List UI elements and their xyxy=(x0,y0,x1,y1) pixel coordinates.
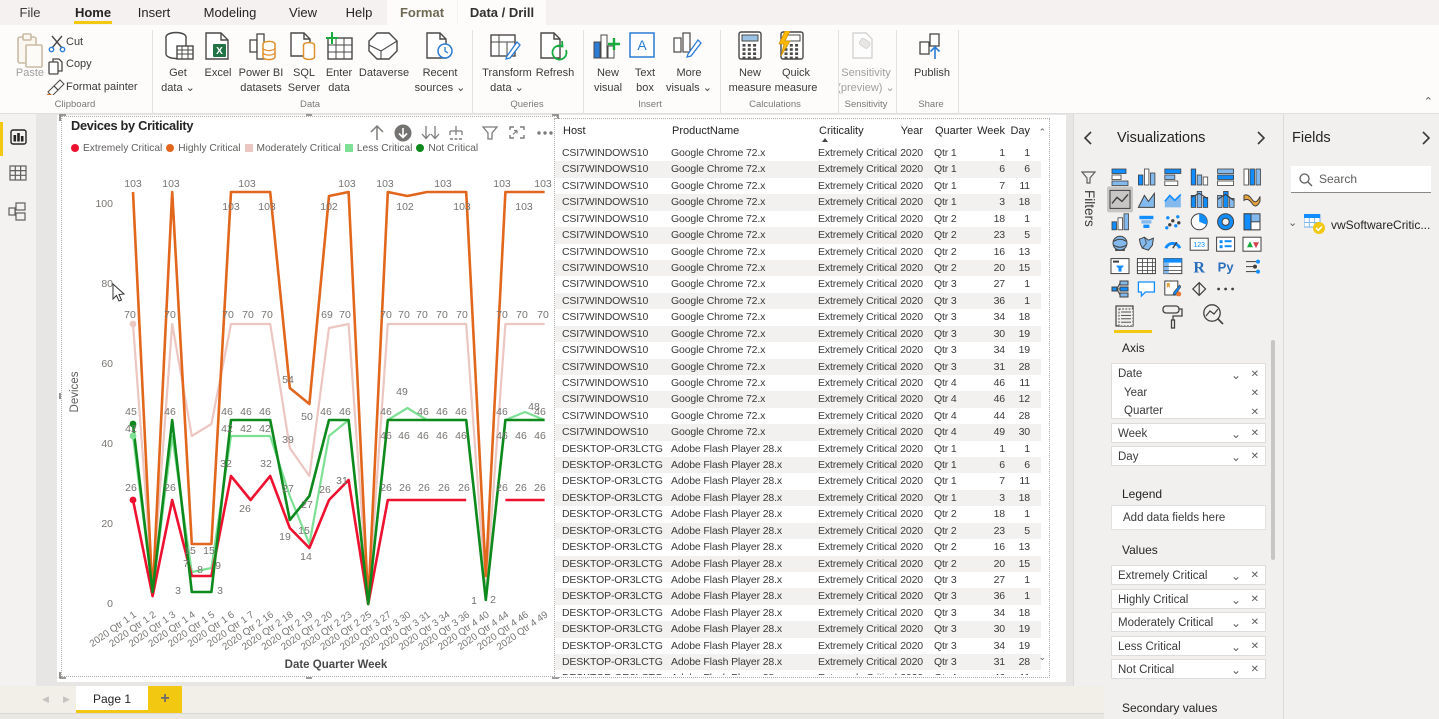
svg-text:70: 70 xyxy=(416,309,428,321)
svg-text:1: 1 xyxy=(471,595,477,607)
svg-text:103: 103 xyxy=(453,201,471,213)
svg-text:102: 102 xyxy=(320,201,338,213)
svg-text:A: A xyxy=(637,37,647,53)
svg-text:70: 70 xyxy=(456,309,468,321)
svg-text:70: 70 xyxy=(496,309,508,321)
svg-text:103: 103 xyxy=(493,178,511,190)
svg-text:26: 26 xyxy=(164,482,176,494)
svg-text:46: 46 xyxy=(240,406,252,418)
svg-text:3: 3 xyxy=(217,585,223,597)
svg-text:70: 70 xyxy=(124,309,136,321)
svg-text:45: 45 xyxy=(125,406,137,418)
svg-text:46: 46 xyxy=(515,430,527,442)
svg-text:46: 46 xyxy=(455,406,467,418)
svg-text:49: 49 xyxy=(396,386,408,398)
svg-text:46: 46 xyxy=(380,406,392,418)
svg-text:26: 26 xyxy=(458,482,470,494)
svg-text:26: 26 xyxy=(380,482,392,494)
svg-text:103: 103 xyxy=(515,201,533,213)
svg-text:103: 103 xyxy=(376,178,394,190)
svg-text:46: 46 xyxy=(496,430,508,442)
svg-text:26: 26 xyxy=(496,482,508,494)
svg-text:Devices: Devices xyxy=(69,371,81,412)
svg-text:26: 26 xyxy=(534,482,546,494)
svg-text:123: 123 xyxy=(1193,242,1205,249)
svg-text:Date Quarter Week: Date Quarter Week xyxy=(285,659,388,671)
svg-text:70: 70 xyxy=(537,309,549,321)
svg-text:26: 26 xyxy=(515,482,527,494)
svg-text:26: 26 xyxy=(319,484,331,496)
svg-text:46: 46 xyxy=(320,406,332,418)
svg-text:46: 46 xyxy=(436,406,448,418)
svg-text:26: 26 xyxy=(399,482,411,494)
svg-text:8: 8 xyxy=(197,564,203,576)
svg-text:40: 40 xyxy=(101,438,113,450)
svg-text:26: 26 xyxy=(418,482,430,494)
svg-text:103: 103 xyxy=(124,178,142,190)
svg-text:100: 100 xyxy=(95,198,113,210)
svg-text:R: R xyxy=(1193,260,1205,277)
svg-text:15: 15 xyxy=(298,525,310,537)
svg-text:46: 46 xyxy=(496,406,508,418)
svg-text:103: 103 xyxy=(534,178,552,190)
svg-text:102: 102 xyxy=(396,201,414,213)
svg-text:70: 70 xyxy=(164,309,176,321)
svg-text:46: 46 xyxy=(534,430,546,442)
svg-text:14: 14 xyxy=(300,551,312,563)
svg-text:50: 50 xyxy=(301,411,313,423)
svg-text:15: 15 xyxy=(184,545,196,557)
svg-text:42: 42 xyxy=(240,423,252,435)
svg-text:Py: Py xyxy=(1218,260,1235,275)
svg-text:103: 103 xyxy=(162,178,180,190)
svg-text:26: 26 xyxy=(239,503,251,515)
svg-text:42: 42 xyxy=(221,423,233,435)
svg-text:19: 19 xyxy=(279,531,291,543)
svg-text:42: 42 xyxy=(125,423,137,435)
svg-text:70: 70 xyxy=(516,309,528,321)
svg-text:7: 7 xyxy=(183,558,189,570)
svg-text:46: 46 xyxy=(417,430,429,442)
svg-text:103: 103 xyxy=(434,178,452,190)
svg-text:103: 103 xyxy=(238,178,256,190)
svg-text:46: 46 xyxy=(398,430,410,442)
svg-text:26: 26 xyxy=(438,482,450,494)
svg-text:39: 39 xyxy=(282,434,294,446)
svg-text:70: 70 xyxy=(261,309,273,321)
svg-text:103: 103 xyxy=(222,201,240,213)
svg-text:42: 42 xyxy=(259,423,271,435)
svg-text:31: 31 xyxy=(336,475,348,487)
svg-text:46: 46 xyxy=(164,406,176,418)
svg-text:27: 27 xyxy=(282,483,294,495)
svg-text:69: 69 xyxy=(321,309,333,321)
svg-text:48: 48 xyxy=(528,401,540,413)
svg-text:26: 26 xyxy=(125,482,137,494)
svg-text:70: 70 xyxy=(339,309,351,321)
svg-text:3: 3 xyxy=(175,585,181,597)
svg-text:46: 46 xyxy=(455,430,467,442)
svg-text:32: 32 xyxy=(260,458,272,470)
svg-text:70: 70 xyxy=(380,309,392,321)
svg-text:70: 70 xyxy=(222,309,234,321)
svg-text:46: 46 xyxy=(339,406,351,418)
svg-text:46: 46 xyxy=(259,406,271,418)
svg-text:20: 20 xyxy=(101,518,113,530)
svg-text:46: 46 xyxy=(436,430,448,442)
svg-text:70: 70 xyxy=(242,309,254,321)
svg-text:60: 60 xyxy=(101,358,113,370)
svg-text:9: 9 xyxy=(215,560,221,572)
svg-text:70: 70 xyxy=(398,309,410,321)
svg-text:15: 15 xyxy=(203,545,215,557)
svg-text:46: 46 xyxy=(380,430,392,442)
svg-text:2: 2 xyxy=(490,594,496,606)
svg-text:70: 70 xyxy=(436,309,448,321)
svg-text:X: X xyxy=(216,46,223,57)
svg-text:46: 46 xyxy=(221,406,233,418)
svg-text:32: 32 xyxy=(220,458,232,470)
svg-text:54: 54 xyxy=(282,374,294,386)
svg-text:0: 0 xyxy=(107,598,113,610)
svg-text:103: 103 xyxy=(338,178,356,190)
svg-text:27: 27 xyxy=(301,499,313,511)
svg-text:103: 103 xyxy=(258,201,276,213)
svg-text:46: 46 xyxy=(417,406,429,418)
